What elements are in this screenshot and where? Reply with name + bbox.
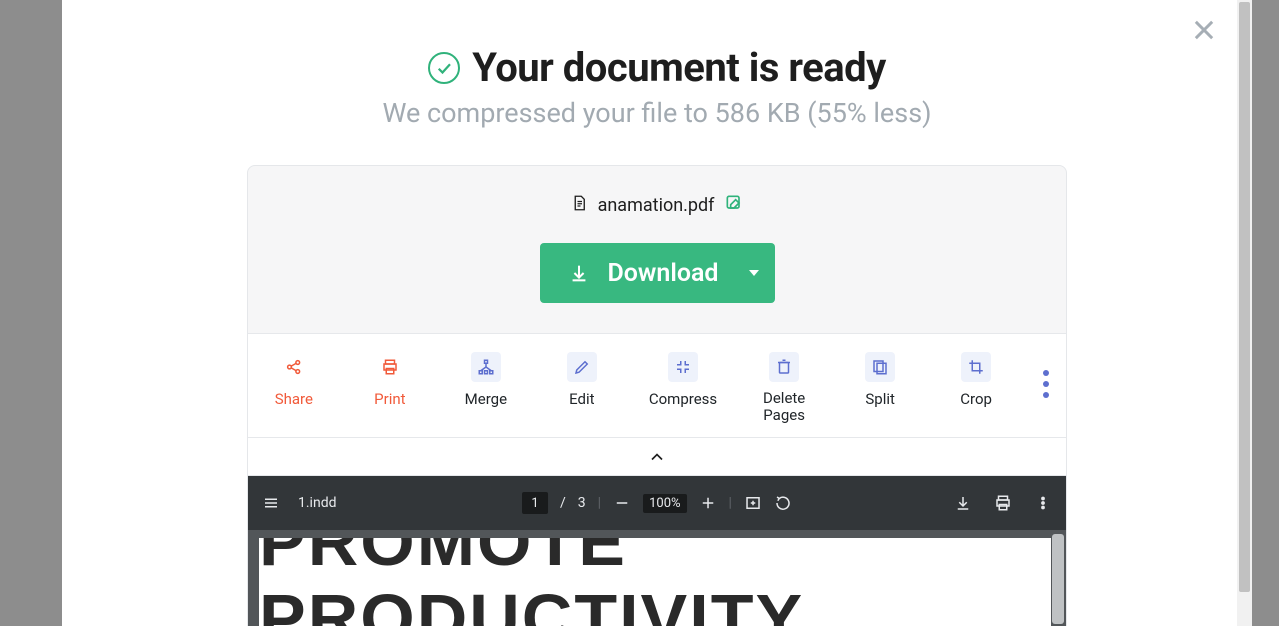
viewer-doc-name: 1.indd — [298, 495, 337, 511]
collapse-preview-button[interactable] — [248, 438, 1066, 476]
pdf-page: PROMOTE PRODUCTIVITY — [259, 538, 1051, 626]
modal-scrollbar-track[interactable] — [1237, 0, 1252, 626]
toolbar-divider: | — [598, 495, 601, 511]
download-label: Download — [608, 259, 719, 288]
download-icon — [954, 494, 972, 512]
more-vertical-icon — [1034, 494, 1052, 512]
split-label: Split — [865, 390, 895, 408]
delete-pages-label: DeletePages — [763, 390, 805, 423]
actions-row: Share Print Merge Edit Compress DeletePa… — [248, 333, 1066, 438]
viewer-zoom-level[interactable]: 100% — [643, 494, 686, 513]
pdf-viewer-toolbar: 1.indd 1 / 3 | 100% | — [248, 476, 1066, 530]
edit-label: Edit — [569, 390, 594, 408]
share-label: Share — [275, 390, 313, 408]
modal-scrollbar-thumb[interactable] — [1239, 2, 1250, 592]
close-button[interactable] — [1186, 12, 1222, 48]
viewer-print-button[interactable] — [994, 494, 1012, 512]
rotate-icon — [774, 494, 792, 512]
viewer-more-button[interactable] — [1034, 494, 1052, 512]
viewer-page-input[interactable]: 1 — [522, 492, 548, 514]
crop-icon — [961, 352, 991, 382]
pencil-icon — [724, 193, 744, 213]
split-button[interactable]: Split — [851, 352, 909, 408]
viewer-download-button[interactable] — [954, 494, 972, 512]
plus-icon — [699, 494, 717, 512]
toolbar-divider: | — [729, 495, 732, 511]
result-title: Your document is ready — [472, 44, 886, 91]
success-check-icon — [428, 52, 460, 84]
compress-button[interactable]: Compress — [649, 352, 717, 408]
zoom-in-button[interactable] — [699, 494, 717, 512]
download-button[interactable]: Download — [540, 243, 775, 303]
split-icon — [865, 352, 895, 382]
document-icon — [570, 192, 588, 219]
file-name: anamation.pdf — [598, 195, 715, 216]
chevron-up-icon — [647, 447, 667, 467]
crop-label: Crop — [960, 390, 992, 408]
page-heading: PROMOTE PRODUCTIVITY — [259, 538, 1051, 626]
merge-label: Merge — [465, 390, 507, 408]
result-modal: Your document is ready We compressed you… — [62, 0, 1252, 626]
result-card: anamation.pdf Download Share Print — [247, 165, 1067, 626]
crop-button[interactable]: Crop — [947, 352, 1005, 408]
edit-icon — [567, 352, 597, 382]
rotate-button[interactable] — [774, 494, 792, 512]
print-label: Print — [374, 390, 405, 408]
rename-button[interactable] — [724, 193, 744, 218]
download-icon — [568, 262, 590, 284]
fit-page-icon — [744, 494, 762, 512]
share-icon — [279, 352, 309, 382]
merge-icon — [471, 352, 501, 382]
more-icon — [1043, 370, 1049, 376]
viewer-page-sep: / — [560, 495, 566, 511]
viewer-page-total: 3 — [578, 495, 586, 511]
print-button[interactable]: Print — [361, 352, 419, 408]
viewer-menu-button[interactable] — [262, 494, 280, 512]
delete-pages-button[interactable]: DeletePages — [755, 352, 813, 423]
share-button[interactable]: Share — [265, 352, 323, 408]
close-icon — [1190, 16, 1218, 44]
fit-page-button[interactable] — [744, 494, 762, 512]
pdf-viewer-content[interactable]: PROMOTE PRODUCTIVITY — [248, 530, 1066, 626]
result-header: Your document is ready We compressed you… — [62, 0, 1252, 129]
compress-label: Compress — [649, 390, 717, 408]
file-row: anamation.pdf — [248, 166, 1066, 219]
delete-pages-icon — [769, 352, 799, 382]
more-actions-button[interactable] — [1043, 352, 1049, 398]
compress-icon — [668, 352, 698, 382]
print-icon — [375, 352, 405, 382]
zoom-out-button[interactable] — [613, 494, 631, 512]
print-icon — [994, 494, 1012, 512]
merge-button[interactable]: Merge — [457, 352, 515, 408]
result-subtitle: We compressed your file to 586 KB (55% l… — [62, 97, 1252, 129]
minus-icon — [613, 494, 631, 512]
edit-button[interactable]: Edit — [553, 352, 611, 408]
download-dropdown-caret-icon[interactable] — [749, 270, 759, 276]
viewer-scrollbar-thumb[interactable] — [1052, 534, 1064, 624]
